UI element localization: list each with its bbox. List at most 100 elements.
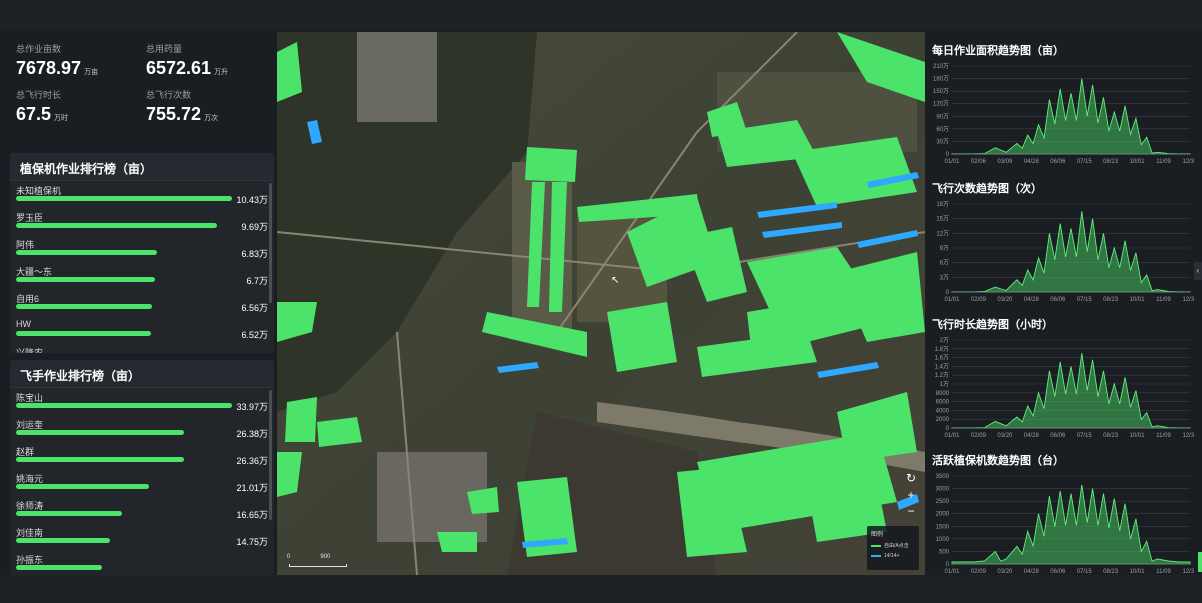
pilot-bar bbox=[16, 457, 184, 462]
stat-label: 总作业亩数 bbox=[16, 44, 62, 54]
machine-value: 6.7万 bbox=[246, 276, 268, 286]
y-tick-label: 60万 bbox=[936, 126, 949, 133]
pilot-value: 14.75万 bbox=[236, 537, 268, 547]
y-tick-label: 90万 bbox=[936, 113, 949, 120]
machine-name: HW bbox=[16, 319, 31, 329]
chart-title: 活跃植保机数趋势图（台） bbox=[932, 455, 1064, 467]
x-tick-label: 02/09 bbox=[971, 433, 987, 439]
stat-number: 7678.97 bbox=[16, 58, 82, 78]
y-tick-label: 4000 bbox=[936, 408, 950, 414]
y-tick-label: 2000 bbox=[936, 512, 950, 518]
machine-ranking-panel[interactable]: 植保机作业排行榜（亩） 未知植保机 10.43万 罗玉臣 9.69万 阿伟 6.83万 大疆… bbox=[10, 153, 274, 353]
pilot-bar bbox=[16, 430, 184, 435]
machine-rank-item[interactable]: 未知植保机 10.43万 bbox=[10, 181, 274, 208]
legend-title: 图例 bbox=[871, 532, 884, 538]
pilot-value: 16.65万 bbox=[236, 510, 268, 520]
series-area bbox=[951, 353, 1191, 429]
stat-number: 6572.61 bbox=[146, 58, 212, 78]
pilot-rank-item[interactable]: 赵群 26.36万 bbox=[10, 442, 274, 469]
y-tick-label: 1500 bbox=[936, 524, 950, 530]
x-tick-label: 07/15 bbox=[1077, 297, 1093, 303]
machine-bar-track bbox=[16, 304, 232, 309]
pilot-bar-track bbox=[16, 538, 232, 543]
pilot-rank-item[interactable]: 刘运奎 26.38万 bbox=[10, 415, 274, 442]
chart-title: 飞行次数趋势图（次） bbox=[932, 183, 1042, 195]
chart-svg[interactable]: 0 3万 6万 9万 12万 15万 18万 01/01 02/09 03/20 04/28 06/0… bbox=[928, 200, 1194, 308]
right-panel: 每日作业面积趋势图（亩） 0 30万 60万 90万 120万 150万 180万 210万 0… bbox=[928, 32, 1198, 575]
pilot-ranking-panel[interactable]: 飞手作业排行榜（亩） 陈宝山 33.97万 刘运奎 26.38万 赵群 26.36万 姚海元… bbox=[10, 360, 274, 575]
chart-svg[interactable]: 050010001500200025003000350001/01 02/09 03… bbox=[928, 472, 1194, 580]
y-tick-label: 3500 bbox=[936, 474, 950, 480]
pilot-ranking-title: 飞手作业排行榜（亩） bbox=[10, 360, 274, 388]
stat-unit: 万升 bbox=[214, 69, 229, 76]
stat-unit: 万次 bbox=[204, 115, 219, 122]
machine-rank-item[interactable]: 自用6 6.56万 bbox=[10, 289, 274, 316]
zoom-in-icon[interactable]: + bbox=[904, 488, 918, 502]
scale-label-end: 900 bbox=[320, 554, 331, 560]
pilot-rank-item[interactable]: 孙振东 bbox=[10, 550, 274, 575]
x-tick-label: 04/28 bbox=[1024, 433, 1040, 439]
x-tick-label: 12/31 bbox=[1182, 297, 1194, 303]
y-tick-label: 2500 bbox=[936, 499, 950, 505]
machine-value: 6.56万 bbox=[241, 303, 268, 313]
series-area bbox=[951, 211, 1191, 293]
machine-rank-item[interactable]: 阿伟 6.83万 bbox=[10, 235, 274, 262]
chart-svg[interactable]: 0 2000 4000 6000 8000 1万 1.2万 1.4万1.6万 1.8万 2万 01/… bbox=[928, 336, 1194, 444]
satellite-map[interactable]: ↖ ↻ + − 图例 自由/A点击 14/14+ 0 900 bbox=[277, 32, 925, 575]
x-tick-label: 06/06 bbox=[1050, 433, 1066, 439]
pilot-rank-item[interactable]: 陈宝山 33.97万 bbox=[10, 388, 274, 415]
machine-ranking-scrollbar[interactable] bbox=[269, 183, 272, 303]
collapse-panel-icon[interactable]: ‹ bbox=[1194, 262, 1202, 280]
pilot-rank-item[interactable]: 徐师涛 16.65万 bbox=[10, 496, 274, 523]
x-tick-label: 07/15 bbox=[1077, 433, 1093, 439]
pilot-rank-item[interactable]: 姚海元 21.01万 bbox=[10, 469, 274, 496]
machine-ranking-list[interactable]: 未知植保机 10.43万 罗玉臣 9.69万 阿伟 6.83万 大疆～东 6.7万 自用6 6.5… bbox=[10, 181, 274, 353]
refresh-icon[interactable]: ↻ bbox=[904, 471, 918, 485]
x-tick-label: 08/23 bbox=[1103, 433, 1119, 439]
machine-rank-item[interactable]: 兴隆农 bbox=[10, 343, 274, 353]
machine-ranking-title: 植保机作业排行榜（亩） bbox=[10, 153, 274, 181]
legend-label: 自由/A点击 bbox=[884, 543, 909, 549]
left-panel: 总作业亩数 7678.97 万亩 总用药量 6572.61 万升 总飞行时长 67.… bbox=[8, 32, 274, 575]
chart-title: 每日作业面积趋势图（亩） bbox=[932, 45, 1064, 57]
y-tick-label: 15万 bbox=[936, 216, 949, 223]
chart-daily-area: 每日作业面积趋势图（亩） 0 30万 60万 90万 120万 150万 180万 210万 0… bbox=[928, 34, 1198, 170]
pilot-rank-item[interactable]: 刘佳南 14.75万 bbox=[10, 523, 274, 550]
machine-rank-item[interactable]: 罗玉臣 9.69万 bbox=[10, 208, 274, 235]
chart-svg[interactable]: 0 30万 60万 90万 120万 150万 180万 210万 01/01 02/06 03/0… bbox=[928, 62, 1194, 170]
pilot-bar bbox=[16, 484, 150, 489]
pilot-bar-track bbox=[16, 511, 232, 516]
x-tick-label: 02/09 bbox=[971, 297, 987, 303]
machine-bar-track bbox=[16, 331, 232, 336]
machine-rank-item[interactable]: 大疆～东 6.7万 bbox=[10, 262, 274, 289]
machine-value: 6.83万 bbox=[241, 249, 268, 259]
x-tick-label: 11/09 bbox=[1156, 433, 1171, 439]
machine-rank-item[interactable]: HW 6.52万 bbox=[10, 316, 274, 343]
series-area bbox=[951, 484, 1191, 565]
x-tick-label: 12/31 bbox=[1182, 159, 1194, 165]
y-tick-label: 18万 bbox=[936, 201, 949, 208]
stat-total-flights: 总飞行次数 755.72 万次 bbox=[146, 88, 274, 125]
map-canvas[interactable] bbox=[277, 32, 925, 575]
y-tick-label: 6万 bbox=[940, 260, 949, 267]
y-tick-label: 30万 bbox=[936, 138, 949, 145]
x-tick-label: 03/20 bbox=[997, 433, 1013, 439]
zoom-out-icon[interactable]: − bbox=[904, 504, 918, 518]
y-tick-label: 2000 bbox=[936, 417, 950, 423]
x-tick-label: 04/28 bbox=[1024, 159, 1040, 165]
stat-value: 755.72 万次 bbox=[146, 104, 274, 125]
y-tick-label: 0 bbox=[946, 152, 950, 158]
chart-title: 飞行时长趋势图（小时） bbox=[932, 319, 1053, 331]
pilot-ranking-scrollbar[interactable] bbox=[269, 390, 272, 520]
stat-value: 67.5 万时 bbox=[16, 104, 144, 125]
pilot-ranking-list[interactable]: 陈宝山 33.97万 刘运奎 26.38万 赵群 26.36万 姚海元 21.01万 徐师涛 16… bbox=[10, 388, 274, 575]
machine-bar bbox=[16, 196, 232, 201]
stat-number: 67.5 bbox=[16, 104, 52, 124]
machine-value: 9.69万 bbox=[241, 222, 268, 232]
machine-bar bbox=[16, 331, 151, 336]
legend-label: 14/14+ bbox=[884, 553, 900, 559]
chart-flight-count: 飞行次数趋势图（次） 0 3万 6万 9万 12万 15万 18万 01/01 02/09 03/… bbox=[928, 172, 1198, 308]
y-tick-label: 12万 bbox=[936, 230, 949, 237]
stat-total-area: 总作业亩数 7678.97 万亩 bbox=[16, 42, 144, 79]
machine-bar-track bbox=[16, 250, 232, 255]
